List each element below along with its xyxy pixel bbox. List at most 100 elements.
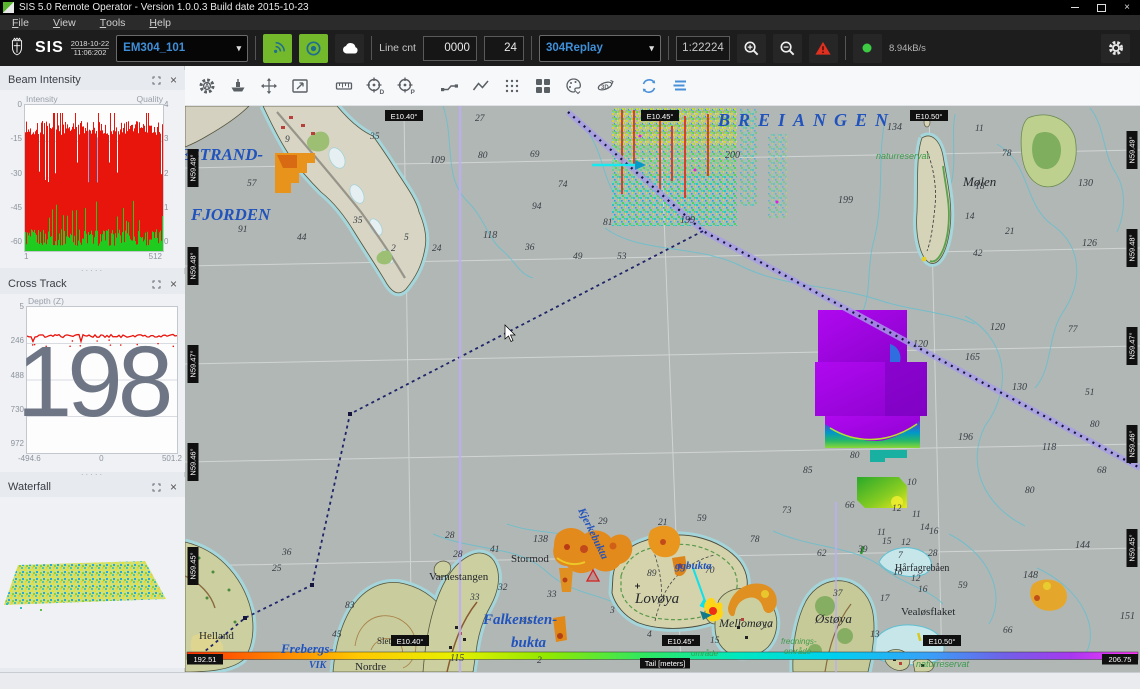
svg-text:N59.49°: N59.49° <box>1128 136 1137 163</box>
sounding-label: 120 <box>913 339 928 350</box>
pinging-button[interactable] <box>263 34 292 63</box>
palette-button[interactable] <box>559 72 588 99</box>
expand-icon[interactable] <box>152 483 161 492</box>
map-view[interactable]: 3527109806995774949144358111836252449531… <box>185 106 1140 672</box>
sounding-label: 196 <box>958 432 973 443</box>
beam-intensity-chart[interactable] <box>24 104 164 252</box>
cloud-button[interactable] <box>335 34 364 63</box>
sounder-dropdown[interactable]: EM304_101 ▾ <box>116 35 248 62</box>
sounding-label: 3 <box>609 606 615 616</box>
sounding-label: 5 <box>404 233 409 243</box>
sounding-label: 24 <box>432 244 442 254</box>
sync-button[interactable] <box>634 72 663 99</box>
vessel-button[interactable] <box>223 72 252 99</box>
expand-icon[interactable] <box>152 76 161 85</box>
expand-icon[interactable] <box>152 280 161 289</box>
pan-button[interactable] <box>254 72 283 99</box>
rotate-3d-button[interactable]: 3D <box>590 72 619 99</box>
sounding-label: 12 <box>892 504 902 514</box>
menu-item-tools[interactable]: Tools <box>88 15 138 30</box>
kongsberg-crest-icon <box>6 34 28 62</box>
beam-intensity-header[interactable]: Beam Intensity × <box>0 70 185 90</box>
svg-text:192.51: 192.51 <box>194 655 217 664</box>
close-button[interactable]: × <box>1114 0 1140 15</box>
points-button[interactable] <box>497 72 526 99</box>
depth-readout: 198 <box>0 332 185 432</box>
close-icon[interactable]: × <box>170 279 177 289</box>
colorbar-label: Tail [meters] <box>640 658 690 669</box>
minimize-button[interactable] <box>1062 0 1088 15</box>
sounding-label: 10 <box>907 478 917 488</box>
sounding-label: 12 <box>911 574 921 584</box>
menu-item-view[interactable]: View <box>41 15 88 30</box>
line-count-field[interactable]: 0000 <box>423 36 477 61</box>
place-label: Helland <box>199 630 234 642</box>
zoom-out-button[interactable] <box>773 34 802 63</box>
connection-status-button[interactable] <box>853 34 882 63</box>
svg-text:A: A <box>204 83 209 90</box>
cross-x-tick: -494.6 <box>18 454 41 463</box>
close-icon[interactable]: × <box>170 75 177 85</box>
beam-right-tick: 2 <box>164 169 182 178</box>
sounding-label: 62 <box>817 549 827 559</box>
svg-text:N59.48°: N59.48° <box>1128 234 1137 261</box>
zoom-in-button[interactable] <box>737 34 766 63</box>
svg-text:Tail [meters]: Tail [meters] <box>645 659 685 668</box>
gear-a-icon: A <box>197 76 217 96</box>
logging-button[interactable] <box>299 34 328 63</box>
close-icon[interactable]: × <box>170 482 177 492</box>
mode-dropdown[interactable]: 304Replay ▾ <box>539 35 661 62</box>
tiles-button[interactable] <box>528 72 557 99</box>
longitude-label: E10.40° <box>385 110 423 121</box>
center-position-button[interactable]: P <box>391 72 420 99</box>
sounding-label: 16 <box>929 527 939 537</box>
fit-view-button[interactable] <box>285 72 314 99</box>
layers-button[interactable] <box>665 72 694 99</box>
sounding-label: 138 <box>533 534 548 545</box>
minimize-icon <box>1071 7 1079 8</box>
place-label: VIK <box>309 660 328 671</box>
sounding-label: 33 <box>546 590 557 600</box>
longitude-label: E10.40° <box>391 635 429 646</box>
menu-item-file[interactable]: File <box>0 15 41 30</box>
sounding-label: 39 <box>857 545 868 555</box>
place-label: Mellomøya <box>718 616 773 630</box>
sounding-label: 11 <box>912 510 921 520</box>
settings-button[interactable] <box>1101 34 1130 63</box>
place-label: Stormod <box>511 553 549 565</box>
ruler-icon <box>334 76 354 96</box>
separator <box>845 36 846 60</box>
beam-left-tick: 0 <box>18 100 22 109</box>
sounding-label: 17 <box>880 594 891 604</box>
sis-application-window: SIS 5.0 Remote Operator - Version 1.0.0.… <box>0 0 1140 689</box>
sounding-label: 36 <box>281 548 292 558</box>
map-scale-readout: 1:22224 <box>676 36 730 61</box>
waterfall-panel: Waterfall × <box>0 477 185 668</box>
sounding-label: 78 <box>1002 149 1012 159</box>
track-node-button[interactable] <box>435 72 464 99</box>
menu-item-help[interactable]: Help <box>137 15 183 30</box>
latitude-label: N59.49° <box>188 149 199 187</box>
center-depth-button[interactable]: D <box>360 72 389 99</box>
sounding-label: 12 <box>901 538 911 548</box>
sounding-label: 13 <box>870 630 880 640</box>
line-value-field[interactable]: 24 <box>484 36 524 61</box>
waterfall-header[interactable]: Waterfall × <box>0 477 185 497</box>
beam-right-tick: 3 <box>164 134 182 143</box>
sounding-label: 51 <box>1085 388 1095 398</box>
cross-axis-title: Depth (Z) <box>28 296 64 306</box>
measure-button[interactable] <box>329 72 358 99</box>
cross-track-header[interactable]: Cross Track × <box>0 274 185 294</box>
alarm-button[interactable] <box>809 34 838 63</box>
polyline-button[interactable] <box>466 72 495 99</box>
chevron-down-icon: ▾ <box>229 43 242 54</box>
auto-mode-button[interactable]: A <box>192 72 221 99</box>
sounding-label: 36 <box>524 243 535 253</box>
sounding-label: 144 <box>1075 540 1090 551</box>
sounding-label: 35 <box>369 132 380 142</box>
waterfall-view[interactable] <box>0 497 185 667</box>
sounding-label: 151 <box>1120 611 1135 622</box>
maximize-button[interactable] <box>1088 0 1114 15</box>
sounding-label: 11 <box>975 124 984 134</box>
sounding-label: 25 <box>272 564 282 574</box>
